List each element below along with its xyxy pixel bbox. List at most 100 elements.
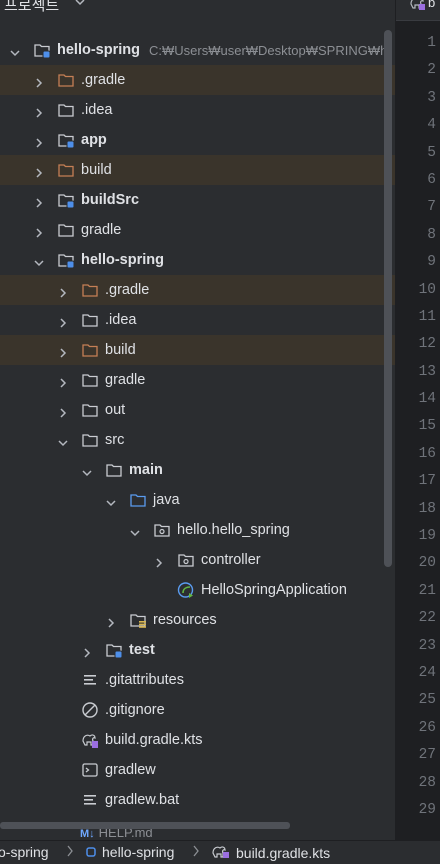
- breadcrumb-item[interactable]: build.gradle.kts: [212, 844, 330, 861]
- module-folder-icon: [57, 191, 75, 209]
- line-number: 1: [427, 35, 436, 51]
- tree-item[interactable]: gradle: [0, 365, 395, 395]
- breadcrumb-label: o-spring: [0, 844, 49, 860]
- chevron-down-icon[interactable]: [82, 465, 92, 477]
- line-number: 19: [418, 528, 436, 545]
- chevron-right-icon[interactable]: [58, 405, 68, 418]
- chevron-down-icon[interactable]: [106, 495, 116, 507]
- line-number: 5: [427, 144, 436, 161]
- tree-item-label: HelloSpringApplication: [201, 582, 347, 598]
- tree-item[interactable]: build: [0, 155, 395, 185]
- line-number: 4: [427, 117, 436, 134]
- chevron-down-icon[interactable]: [130, 525, 140, 537]
- tree-item[interactable]: .gitignore: [0, 695, 395, 725]
- chevron-right-icon[interactable]: [34, 225, 44, 238]
- tree-item-label: build: [105, 342, 136, 358]
- line-number: 9: [427, 254, 436, 271]
- tree-item[interactable]: .idea: [0, 305, 395, 335]
- tree-item[interactable]: hello-spring C:₩Users₩user₩Desktop₩SPRING…: [0, 35, 395, 65]
- chevron-right-icon[interactable]: [106, 615, 116, 628]
- chevron-right-icon[interactable]: [34, 195, 44, 208]
- line-number: 29: [418, 801, 436, 818]
- line-number: 6: [427, 171, 436, 188]
- gradle-file-icon: [212, 845, 230, 861]
- chevron-right-icon[interactable]: [34, 75, 44, 88]
- chevron-down-icon[interactable]: [10, 45, 20, 57]
- line-number: 12: [418, 336, 436, 353]
- tree-item[interactable]: hello.hello_spring: [0, 515, 395, 545]
- project-path: C:₩Users₩user₩Desktop₩SPRING₩h: [149, 43, 388, 58]
- tree-item[interactable]: app: [0, 125, 395, 155]
- gradle-file-icon: [81, 731, 99, 749]
- line-number: 24: [418, 664, 436, 681]
- markdown-icon: M↓: [80, 828, 95, 840]
- horizontal-scrollbar[interactable]: [0, 822, 290, 829]
- tree-item[interactable]: .gitattributes: [0, 665, 395, 695]
- chevron-right-icon[interactable]: [58, 315, 68, 328]
- chevron-down-icon[interactable]: [74, 0, 86, 11]
- tree-item[interactable]: controller: [0, 545, 395, 575]
- line-number: 15: [418, 418, 436, 435]
- tree-item-label: gradle: [105, 372, 146, 388]
- folder-icon: [81, 371, 99, 389]
- tree-item[interactable]: gradlew: [0, 755, 395, 785]
- module-icon: [86, 844, 96, 860]
- tree-item[interactable]: build: [0, 335, 395, 365]
- tree-item[interactable]: .idea: [0, 95, 395, 125]
- breadcrumb-item[interactable]: hello-spring: [86, 844, 174, 860]
- tree-item[interactable]: java: [0, 485, 395, 515]
- chevron-right-icon[interactable]: [34, 135, 44, 148]
- chevron-right-icon[interactable]: [58, 285, 68, 298]
- line-number: 7: [427, 199, 436, 216]
- tree-item[interactable]: .gradle: [0, 65, 395, 95]
- line-number: 10: [418, 281, 436, 298]
- tree-item[interactable]: out: [0, 395, 395, 425]
- tree-item[interactable]: test: [0, 635, 395, 665]
- folder-icon: [81, 311, 99, 329]
- tree-item[interactable]: main: [0, 455, 395, 485]
- chevron-right-icon[interactable]: [34, 105, 44, 118]
- tree-item-label: build.gradle.kts: [105, 732, 203, 748]
- tree-item-label: .idea: [81, 102, 113, 118]
- tree-item-label: gradlew.bat: [105, 792, 180, 808]
- tree-item[interactable]: HelloSpringApplication: [0, 575, 395, 605]
- tree-item[interactable]: .gradle: [0, 275, 395, 305]
- line-number-gutter: 1 2 3 4 5 6 7 8 9 10 11 12 13 14 15 16 17 18 19 20 21 22 23 24 2…: [396, 34, 436, 828]
- line-number: 21: [418, 582, 436, 599]
- tree-item-label: hello-spring: [57, 42, 140, 58]
- folder-icon: [81, 431, 99, 449]
- source-folder-icon: [129, 491, 147, 509]
- tree-item-label: gradlew: [105, 762, 156, 778]
- chevron-right-icon[interactable]: [58, 375, 68, 388]
- tree-item[interactable]: build.gradle.kts: [0, 725, 395, 755]
- module-folder-icon: [57, 251, 75, 269]
- text-file-icon: [81, 671, 99, 689]
- chevron-right-icon[interactable]: [58, 345, 68, 358]
- breadcrumb-separator-icon: [192, 844, 200, 861]
- vertical-scrollbar[interactable]: [384, 30, 392, 567]
- chevron-down-icon[interactable]: [58, 435, 68, 447]
- breadcrumb-item[interactable]: o-spring: [0, 844, 49, 860]
- tree-item-label: buildSrc: [81, 192, 140, 208]
- breadcrumb-label: build.gradle.kts: [236, 845, 331, 861]
- tree-item-label: .gitignore: [105, 702, 165, 718]
- tree-item[interactable]: buildSrc: [0, 185, 395, 215]
- project-panel-title[interactable]: 프로젝트: [4, 0, 59, 15]
- tree-item[interactable]: src: [0, 425, 395, 455]
- tree-item-label: gradle: [81, 222, 122, 238]
- chevron-down-icon[interactable]: [34, 255, 44, 267]
- chevron-right-icon[interactable]: [34, 165, 44, 178]
- editor-area: b 1 2 3 4 5 6 7 8 9 10 11 12 13 14 15 16 17 18 19 20 21 22 23 2…: [396, 0, 440, 840]
- tree-item[interactable]: hello-spring: [0, 245, 395, 275]
- chevron-right-icon[interactable]: [154, 555, 164, 568]
- line-number: 8: [427, 226, 436, 243]
- line-number: 14: [418, 391, 436, 408]
- tree-item[interactable]: resources: [0, 605, 395, 635]
- tree-item[interactable]: gradle: [0, 215, 395, 245]
- editor-tab[interactable]: b: [396, 0, 440, 21]
- module-folder-icon: [57, 131, 75, 149]
- tree-item[interactable]: gradlew.bat: [0, 785, 395, 815]
- chevron-right-icon[interactable]: [82, 645, 92, 658]
- line-number: 26: [418, 719, 436, 736]
- resources-folder-icon: [129, 611, 147, 629]
